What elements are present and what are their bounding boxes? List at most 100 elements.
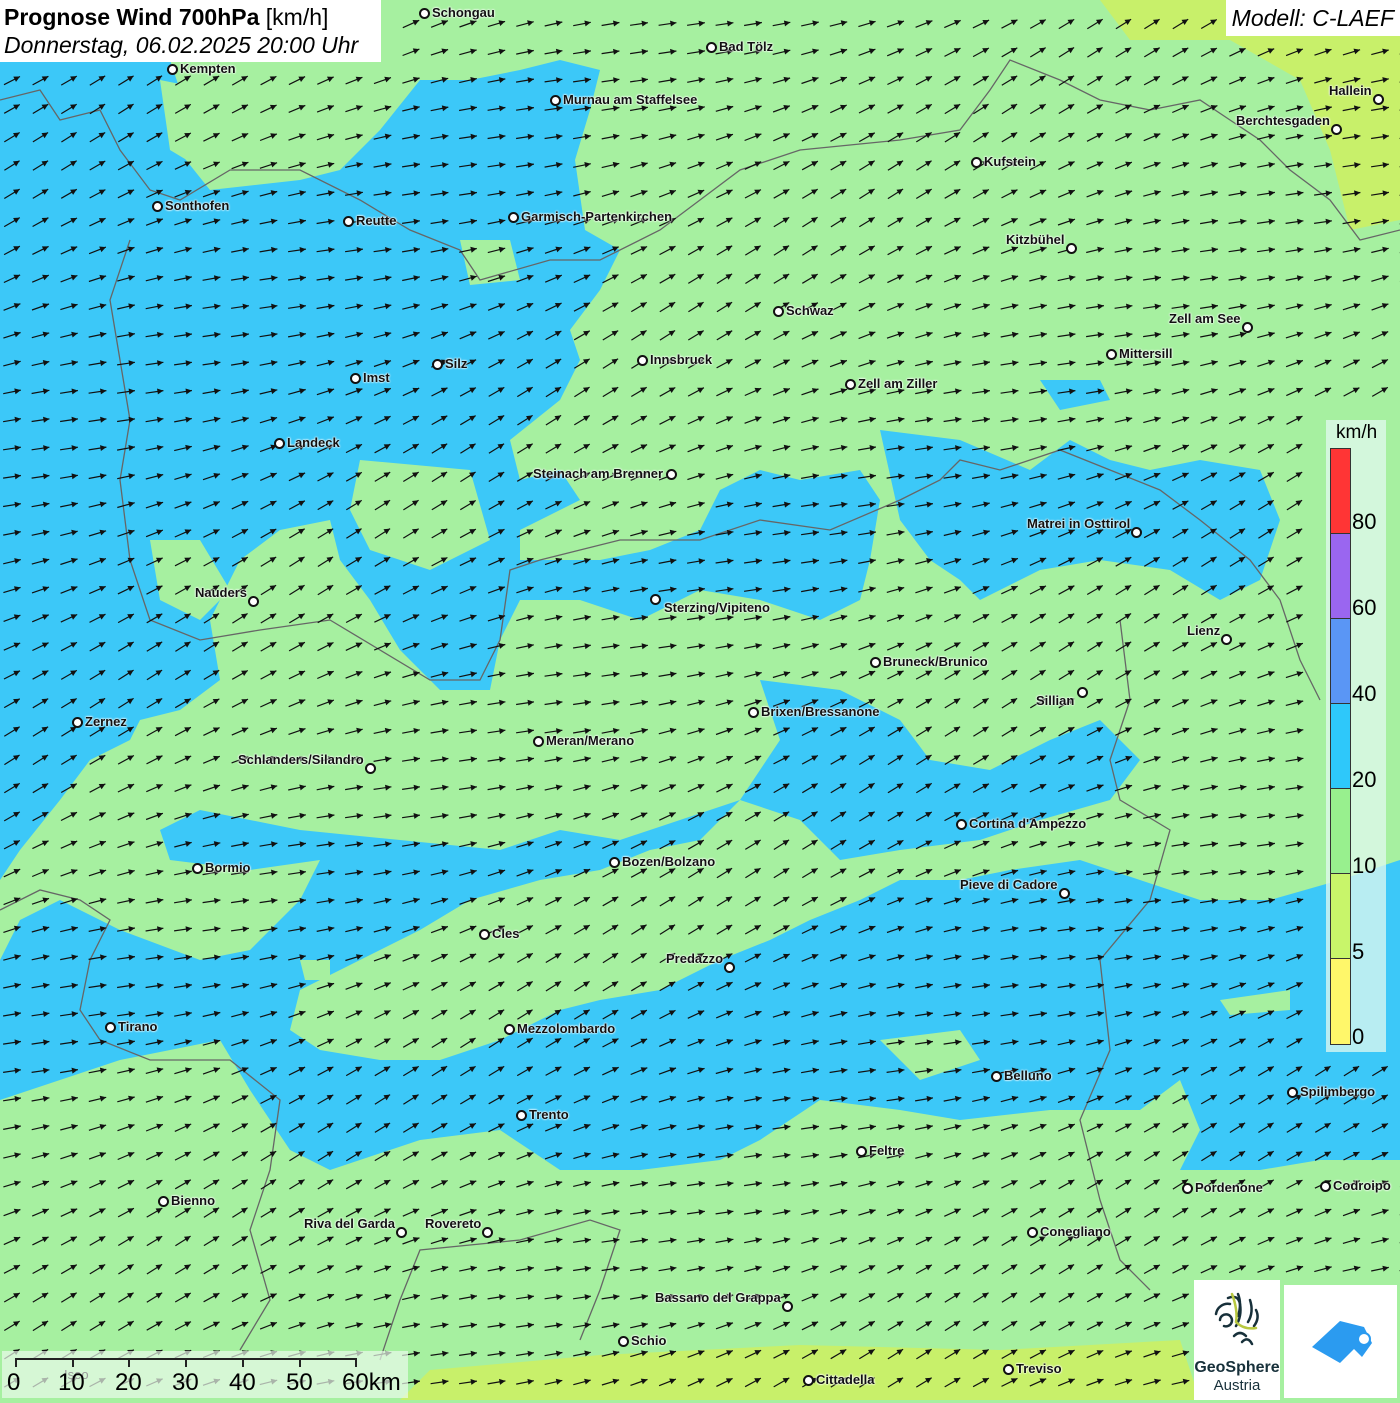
legend-tick: 60 — [1352, 595, 1377, 620]
color-legend: km/h 80 60 40 20 10 5 0 — [1326, 420, 1386, 1052]
scale-tick — [242, 1358, 244, 1367]
city-marker-icon — [782, 1301, 793, 1312]
scale-tick — [15, 1358, 17, 1367]
legend-tick: 0 — [1352, 1024, 1365, 1049]
city-marker-icon — [724, 962, 735, 973]
city-label: Treviso — [1016, 1361, 1062, 1376]
city-label: Trento — [529, 1107, 569, 1122]
city-marker-icon — [1221, 634, 1232, 645]
legend-swatch-20-40 — [1331, 704, 1350, 789]
city-marker-icon — [192, 863, 203, 874]
city-marker-icon — [158, 1196, 169, 1207]
city-label: Bad Tölz — [719, 39, 774, 54]
city-label: Steinach am Brenner — [533, 466, 664, 481]
city-marker-icon — [773, 306, 784, 317]
scale-label: 60km — [342, 1369, 401, 1396]
legend-tick: 80 — [1352, 509, 1377, 534]
city-label: Rovereto — [425, 1216, 482, 1231]
scale-tick — [72, 1358, 74, 1367]
city-label: Bassano del Grappa — [655, 1290, 781, 1305]
city-label: Landeck — [287, 435, 340, 450]
city-label: Innsbruck — [650, 352, 713, 367]
legend-swatch-10-20 — [1331, 789, 1350, 874]
scale-label: 40 — [229, 1369, 256, 1396]
legend-colorbar — [1330, 448, 1351, 1045]
legend-swatch-0-5 — [1331, 959, 1350, 1044]
legend-unit: km/h — [1336, 422, 1378, 443]
city-marker-icon — [1027, 1227, 1038, 1238]
city-marker-icon — [1182, 1183, 1193, 1194]
city-label: Sterzing/Vipiteno — [664, 600, 770, 615]
city-marker-icon — [152, 201, 163, 212]
city-marker-icon — [396, 1227, 407, 1238]
scale-tick — [299, 1358, 301, 1367]
legend-tick: 5 — [1352, 939, 1365, 964]
city-label: Pordenone — [1195, 1180, 1263, 1195]
city-marker-icon — [1287, 1087, 1298, 1098]
city-label: Codroipo — [1333, 1178, 1391, 1193]
city-marker-icon — [167, 64, 178, 75]
city-label: Riva del Garda — [304, 1216, 396, 1231]
city-marker-icon — [609, 857, 620, 868]
scale-tick — [128, 1358, 130, 1367]
city-label: Sonthofen — [165, 198, 230, 213]
map-title-box: Prognose Wind 700hPa [km/h] Donnerstag, … — [0, 0, 381, 62]
city-label: Schwaz — [786, 303, 834, 318]
scale-tick — [185, 1358, 187, 1367]
forecast-datetime: Donnerstag, 06.02.2025 20:00 Uhr — [4, 32, 359, 58]
city-label: Berchtesgaden — [1236, 113, 1330, 128]
city-label: Zernez — [85, 714, 127, 729]
city-marker-icon — [1373, 94, 1384, 105]
city-marker-icon — [870, 657, 881, 668]
city-marker-icon — [482, 1227, 493, 1238]
city-label: Murnau am Staffelsee — [563, 92, 698, 107]
city-marker-icon — [508, 212, 519, 223]
city-marker-icon — [1131, 527, 1142, 538]
city-marker-icon — [533, 736, 544, 747]
city-marker-icon — [650, 594, 661, 605]
city-label: Zell am Ziller — [858, 376, 938, 391]
city-label: Bormio — [205, 860, 251, 875]
city-marker-icon — [991, 1071, 1002, 1082]
legend-tick: 20 — [1352, 767, 1377, 792]
city-marker-icon — [274, 438, 285, 449]
city-marker-icon — [72, 717, 83, 728]
city-label: Sillian — [1036, 693, 1075, 708]
city-label: Conegliano — [1040, 1224, 1111, 1239]
city-label: Mezzolombardo — [517, 1021, 616, 1036]
city-label: Zell am See — [1169, 311, 1241, 326]
city-label: Predazzo — [666, 951, 724, 966]
city-label: Lienz — [1187, 623, 1221, 638]
city-label: Bruneck/Brunico — [883, 654, 988, 669]
city-label: Kitzbühel — [1006, 232, 1065, 247]
legend-swatch-80plus — [1331, 449, 1350, 534]
city-marker-icon — [618, 1336, 629, 1347]
city-marker-icon — [666, 469, 677, 480]
city-label: Pieve di Cadore — [960, 877, 1058, 892]
city-marker-icon — [845, 379, 856, 390]
city-marker-icon — [419, 8, 430, 19]
city-label: Cittadella — [816, 1372, 875, 1387]
city-label: Cortina d'Ampezzo — [969, 816, 1087, 831]
model-label: Modell: C-LAEF — [1225, 0, 1400, 36]
geosphere-country: Austria — [1213, 1377, 1261, 1394]
legend-swatch-40-60 — [1331, 619, 1350, 704]
geosphere-austria-logo[interactable]: GeoSphere Austria — [1194, 1280, 1280, 1400]
map-title: Prognose Wind 700hPa — [4, 4, 260, 30]
city-marker-icon — [956, 819, 967, 830]
city-marker-icon — [550, 95, 561, 106]
city-label: Spilimbergo — [1300, 1084, 1376, 1099]
legend-swatch-60-80 — [1331, 534, 1350, 619]
city-label: Brixen/Bressanone — [761, 704, 880, 719]
city-label: Schongau — [432, 5, 495, 20]
weather-app-logo[interactable] — [1284, 1285, 1397, 1398]
city-label: Garmisch-Partenkirchen — [521, 209, 673, 224]
city-marker-icon — [365, 763, 376, 774]
city-label: Cles — [492, 926, 520, 941]
legend-tick: 10 — [1352, 853, 1377, 878]
city-label: Hallein — [1329, 83, 1372, 98]
scale-tick — [355, 1358, 357, 1367]
geosphere-contour-icon — [1214, 1292, 1259, 1346]
city-marker-icon — [803, 1375, 814, 1386]
city-label: Meran/Merano — [546, 733, 635, 748]
